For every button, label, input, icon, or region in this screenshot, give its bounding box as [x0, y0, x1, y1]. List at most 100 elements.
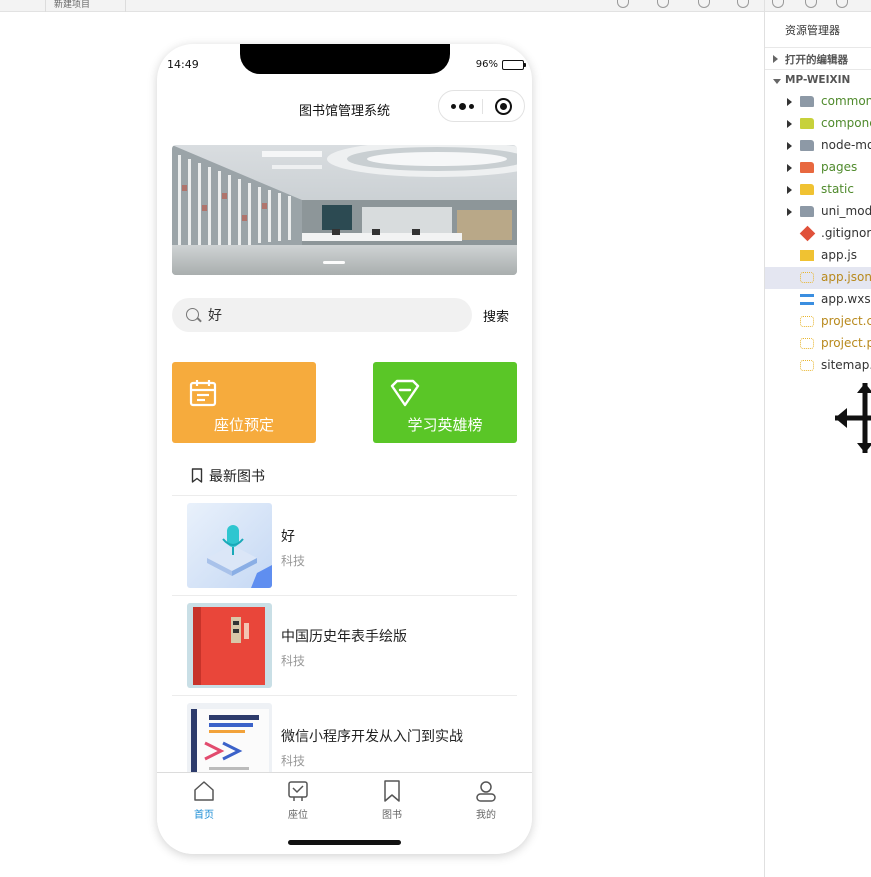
search-input[interactable]: [208, 306, 458, 324]
explorer-item[interactable]: sitemap.j: [765, 355, 871, 377]
banner-carousel[interactable]: [172, 145, 517, 275]
explorer-item-label: app.js: [821, 248, 857, 262]
explorer-item[interactable]: app.wxss: [765, 289, 871, 311]
calendar-icon: [189, 380, 217, 407]
bookmark-icon: [191, 468, 203, 483]
folder-file-icon: [800, 118, 814, 129]
copy-icon[interactable]: [772, 0, 784, 8]
more-icon[interactable]: [451, 99, 479, 113]
js-file-icon: [800, 250, 814, 261]
json-file-icon: [800, 316, 814, 327]
book-item[interactable]: 中国历史年表手绘版 科技: [172, 596, 517, 696]
tab-books[interactable]: 图书: [345, 779, 439, 825]
tab-label: 我的: [476, 810, 496, 821]
refresh-icon[interactable]: [617, 0, 629, 8]
book-cover: [187, 603, 272, 688]
explorer-item[interactable]: uni_mod: [765, 201, 871, 223]
home-icon: [194, 781, 214, 801]
explorer-item-label: app.wxss: [821, 292, 871, 306]
css-file-icon: [800, 294, 814, 305]
explorer-item-label: compone: [821, 116, 871, 130]
explorer-item[interactable]: compone: [765, 113, 871, 135]
explorer-title: 资源管理器: [785, 24, 840, 37]
search-button[interactable]: 搜索: [483, 306, 509, 325]
explorer-item[interactable]: .gitignore: [765, 223, 871, 245]
ide-toolbar: 新建项目: [0, 0, 871, 12]
search-bar[interactable]: [172, 298, 472, 332]
explorer-item[interactable]: static: [765, 179, 871, 201]
explorer-item[interactable]: project.c: [765, 311, 871, 333]
editor-tab[interactable]: [0, 0, 46, 12]
book-title: 中国历史年表手绘版: [281, 629, 407, 645]
seat-booking-card[interactable]: 座位预定: [172, 362, 316, 443]
seat-booking-label: 座位预定: [213, 416, 274, 434]
explorer-item-label: node-mo: [821, 138, 871, 152]
tab-mine[interactable]: 我的: [439, 779, 532, 825]
explorer-item[interactable]: app.json: [765, 267, 871, 289]
search-icon: [186, 308, 199, 321]
book-item[interactable]: 好 科技: [172, 496, 517, 596]
status-time: 14:49: [167, 58, 199, 71]
banner-indicator: [323, 261, 345, 264]
tab-label: 图书: [382, 810, 402, 821]
book-title: 微信小程序开发从入门到实战: [281, 729, 463, 745]
folder-file-icon: [800, 184, 814, 195]
folder-file-icon: [800, 140, 814, 151]
chevron-right-icon: [787, 142, 792, 150]
folder-file-icon: [800, 162, 814, 173]
explorer-item-label: project.p: [821, 336, 871, 350]
book-category: 科技: [281, 754, 306, 768]
explorer-item[interactable]: app.js: [765, 245, 871, 267]
section-title: 最新图书: [209, 469, 265, 485]
tab-label: 座位: [288, 810, 308, 821]
explorer-item-label: sitemap.j: [821, 358, 871, 372]
json-file-icon: [800, 360, 814, 371]
window-icon[interactable]: [737, 0, 749, 8]
open-editors-section[interactable]: 打开的编辑器: [765, 47, 871, 69]
explorer-item[interactable]: common: [765, 91, 871, 113]
tab-home[interactable]: 首页: [157, 779, 251, 825]
tab-label: 首页: [194, 810, 214, 821]
study-ranking-label: 学习英雄榜: [407, 416, 483, 434]
explorer-item-label: common: [821, 94, 871, 108]
diamond-icon: [390, 379, 420, 407]
chevron-right-icon: [787, 98, 792, 106]
phone-icon[interactable]: [698, 0, 710, 8]
battery-icon: [502, 59, 526, 70]
chevron-down-icon: [773, 79, 781, 84]
json-file-icon: [800, 272, 814, 283]
explorer-item-label: app.json: [821, 270, 871, 284]
folder-file-icon: [800, 206, 814, 217]
chevron-right-icon: [773, 55, 778, 63]
project-section[interactable]: MP-WEIXIN: [765, 69, 871, 91]
explorer-item-label: uni_mod: [821, 204, 871, 218]
explorer-item[interactable]: node-mo: [765, 135, 871, 157]
home-indicator: [288, 840, 401, 845]
bookmark-icon: [384, 780, 400, 802]
json-file-icon: [800, 338, 814, 349]
tab-seat[interactable]: 座位: [251, 779, 345, 825]
book-cover: [187, 503, 272, 588]
folder-file-icon: [800, 96, 814, 107]
menu-capsule[interactable]: [438, 90, 525, 122]
study-ranking-card[interactable]: 学习英雄榜: [373, 362, 517, 443]
explorer-item-label: project.c: [821, 314, 871, 328]
git-file-icon: [799, 225, 816, 242]
editor-tab-new-project[interactable]: 新建项目: [46, 0, 126, 12]
arrow-icon[interactable]: [805, 0, 817, 8]
git-icon[interactable]: [836, 0, 848, 8]
user-icon: [476, 781, 496, 802]
explorer-item-label: static: [821, 182, 854, 196]
phone-notch: [240, 44, 450, 74]
seat-icon: [288, 781, 308, 801]
status-battery: 96%: [476, 59, 526, 70]
explorer-item[interactable]: pages: [765, 157, 871, 179]
chevron-right-icon: [787, 186, 792, 194]
book-category: 科技: [281, 554, 306, 568]
chevron-right-icon: [787, 208, 792, 216]
close-mini-program-icon[interactable]: [495, 98, 512, 115]
explorer-item[interactable]: project.p: [765, 333, 871, 355]
preview-icon[interactable]: [657, 0, 669, 8]
move-cursor-icon: [835, 383, 871, 453]
section-label: 打开的编辑器: [785, 54, 848, 66]
